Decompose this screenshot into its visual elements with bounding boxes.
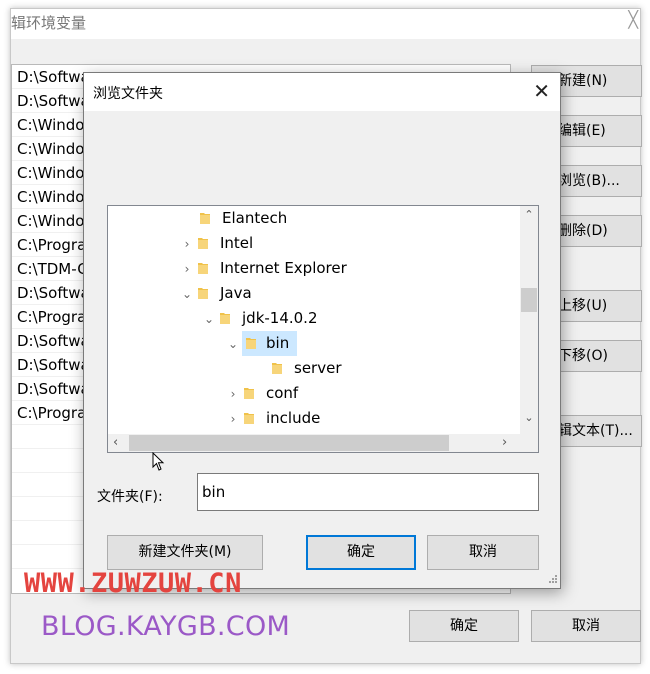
scroll-up-icon[interactable]: ⌃ bbox=[520, 208, 538, 221]
folder-icon bbox=[196, 236, 210, 250]
folder-icon bbox=[242, 386, 256, 400]
mouse-cursor-icon bbox=[152, 452, 165, 471]
watermark-line-2: BLOG.KAYGB.COM bbox=[41, 611, 291, 642]
tree-item-elantech[interactable]: Elantech bbox=[198, 206, 289, 231]
chevron-down-icon[interactable]: ⌄ bbox=[200, 307, 218, 332]
horizontal-scroll-thumb[interactable] bbox=[129, 435, 449, 451]
tree-item-server[interactable]: server bbox=[270, 356, 343, 381]
folder-icon bbox=[270, 361, 284, 375]
resize-grip-icon[interactable] bbox=[546, 574, 558, 586]
chevron-right-icon[interactable]: › bbox=[178, 232, 196, 257]
folder-icon bbox=[196, 286, 210, 300]
browse-folder-titlebar: 浏览文件夹 ✕ bbox=[84, 73, 560, 111]
vertical-scrollbar[interactable]: ⌃ ⌄ bbox=[520, 206, 538, 434]
browse-folder-title: 浏览文件夹 bbox=[93, 86, 163, 102]
scroll-down-icon[interactable]: ⌄ bbox=[520, 411, 538, 424]
tree-item-label: Intel bbox=[220, 234, 254, 252]
folder-input[interactable] bbox=[197, 473, 539, 511]
close-icon[interactable]: ╳ bbox=[628, 10, 638, 29]
tree-item-label: conf bbox=[266, 384, 299, 402]
tree-item-jdk[interactable]: ⌄ jdk-14.0.2 bbox=[200, 306, 320, 331]
cancel-button[interactable]: 取消 bbox=[531, 610, 641, 642]
tree-item-conf[interactable]: › conf bbox=[224, 381, 300, 406]
tree-item-include[interactable]: › include bbox=[224, 406, 322, 431]
watermark-line-1: WWW.ZUWZUW.CN bbox=[24, 568, 242, 599]
ok-button[interactable]: 确定 bbox=[409, 610, 519, 642]
tree-item-label: server bbox=[294, 359, 342, 377]
scroll-right-icon[interactable]: › bbox=[502, 434, 507, 452]
folder-icon bbox=[244, 336, 258, 350]
edit-env-var-titlebar: 辑环境变量 ╳ bbox=[11, 9, 640, 39]
new-folder-button[interactable]: 新建文件夹(M) bbox=[107, 535, 263, 570]
close-icon[interactable]: ✕ bbox=[533, 79, 550, 103]
tree-item-bin[interactable]: ⌄ bin bbox=[224, 331, 298, 357]
tree-item-intel[interactable]: › Intel bbox=[178, 231, 255, 256]
tree-item-label: include bbox=[266, 409, 321, 427]
folder-tree[interactable]: Elantech › Intel › Internet Explorer ⌄ Java… bbox=[107, 205, 539, 453]
folder-icon bbox=[198, 211, 212, 225]
chevron-down-icon[interactable]: ⌄ bbox=[224, 332, 242, 357]
tree-item-label: Internet Explorer bbox=[220, 259, 347, 277]
browse-folder-dialog: 浏览文件夹 ✕ Elantech › Intel › Internet Explor… bbox=[83, 72, 561, 589]
cancel-button[interactable]: 取消 bbox=[427, 535, 539, 570]
chevron-right-icon[interactable]: › bbox=[178, 257, 196, 282]
tree-item-label: jdk-14.0.2 bbox=[242, 309, 318, 327]
folder-icon bbox=[242, 411, 256, 425]
horizontal-scrollbar[interactable]: ‹ › bbox=[108, 434, 538, 452]
tree-item-internet-explorer[interactable]: › Internet Explorer bbox=[178, 256, 349, 281]
edit-env-var-title: 辑环境变量 bbox=[11, 14, 87, 32]
chevron-down-icon[interactable]: ⌄ bbox=[178, 282, 196, 307]
folder-icon bbox=[196, 261, 210, 275]
tree-item-selected: bin bbox=[242, 331, 298, 356]
ok-button[interactable]: 确定 bbox=[306, 535, 416, 570]
vertical-scroll-thumb[interactable] bbox=[521, 288, 537, 312]
tree-item-label: Java bbox=[220, 284, 252, 302]
scroll-left-icon[interactable]: ‹ bbox=[113, 434, 118, 452]
tree-item-label: bin bbox=[266, 334, 290, 352]
tree-item-java[interactable]: ⌄ Java bbox=[178, 281, 254, 306]
tree-item-label: Elantech bbox=[222, 209, 288, 227]
folder-icon bbox=[218, 311, 232, 325]
chevron-right-icon[interactable]: › bbox=[224, 382, 242, 407]
folder-field-label: 文件夹(F): bbox=[97, 489, 163, 505]
chevron-right-icon[interactable]: › bbox=[224, 407, 242, 432]
